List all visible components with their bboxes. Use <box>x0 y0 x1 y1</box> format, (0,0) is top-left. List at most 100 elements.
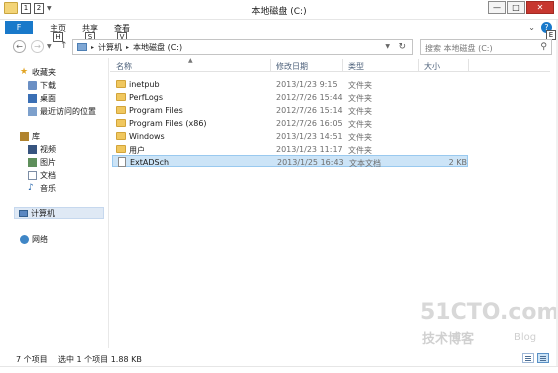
music-note-icon: ♪ <box>28 182 34 193</box>
downloads-icon <box>28 80 37 90</box>
column-header-name[interactable]: 名称 <box>116 61 132 72</box>
picture-icon <box>28 157 37 167</box>
tab-home[interactable]: 主页 H <box>50 23 66 42</box>
column-header-type[interactable]: 类型 <box>348 61 364 72</box>
file-date: 2013/1/23 14:51 <box>276 132 343 141</box>
ribbon-tabs: F 主页 H 共享 S 查看 V ⌄ ? <box>0 20 558 42</box>
nav-libraries[interactable]: 库 <box>20 130 40 142</box>
column-divider[interactable] <box>342 59 343 71</box>
breadcrumb-separator-icon[interactable]: ▸ <box>126 44 129 51</box>
file-row[interactable]: Windows 2013/1/23 14:51 文件夹 <box>112 130 468 142</box>
column-header-date[interactable]: 修改日期 <box>276 61 308 72</box>
watermark-blog: Blog <box>514 332 537 343</box>
breadcrumb-local-disk[interactable]: 本地磁盘 (C:) <box>133 42 182 53</box>
nav-music[interactable]: ♪ 音乐 <box>28 182 56 194</box>
details-view-button[interactable] <box>522 353 534 363</box>
maximize-button[interactable]: □ <box>507 1 525 14</box>
column-header-row: ▲ 名称 修改日期 类型 大小 <box>110 57 550 72</box>
file-type: 文本文档 <box>349 159 381 168</box>
large-icons-view-button[interactable] <box>537 353 549 363</box>
window-controls: — □ ✕ <box>488 1 554 14</box>
sort-ascending-icon: ▲ <box>188 57 193 64</box>
nav-desktop-label: 桌面 <box>40 93 56 103</box>
status-bar: 7 个项目 选中 1 个项目 1.88 KB <box>0 350 558 366</box>
library-icon <box>20 131 29 141</box>
file-date: 2013/1/25 16:43 <box>277 158 344 167</box>
recent-places-icon <box>28 106 37 116</box>
file-size: 2 KB <box>448 158 467 167</box>
tab-view[interactable]: 查看 V <box>114 23 130 42</box>
folder-icon <box>116 80 126 88</box>
nav-pictures-label: 图片 <box>40 157 56 167</box>
file-name: Windows <box>129 132 165 141</box>
file-date: 2013/1/23 11:17 <box>276 145 343 154</box>
breadcrumb-computer[interactable]: 计算机 <box>98 42 122 53</box>
file-type: 文件夹 <box>348 133 372 142</box>
navigation-pane: ★ 收藏夹 下载 桌面 最近访问的位置 库 视频 图片 文档 ♪ 音乐 计算机 … <box>0 58 108 348</box>
column-divider[interactable] <box>418 59 419 71</box>
nav-desktop[interactable]: 桌面 <box>28 92 56 104</box>
nav-pictures[interactable]: 图片 <box>28 156 56 168</box>
file-name: inetpub <box>129 80 160 89</box>
close-button[interactable]: ✕ <box>526 1 554 14</box>
pane-splitter[interactable] <box>108 58 109 348</box>
file-date: 2013/1/23 9:15 <box>276 80 338 89</box>
text-file-icon <box>118 157 126 167</box>
nav-network-label: 网络 <box>32 234 48 244</box>
refresh-icon[interactable]: ↻ <box>398 42 406 52</box>
network-icon <box>20 234 29 244</box>
column-divider[interactable] <box>270 59 271 71</box>
search-icon[interactable]: ⚲ <box>540 42 547 52</box>
nav-downloads[interactable]: 下载 <box>28 79 56 91</box>
watermark: 51CTO.com 技术博客 Blog <box>420 300 558 350</box>
recent-locations-icon[interactable]: ▼ <box>47 43 52 50</box>
file-type: 文件夹 <box>348 94 372 103</box>
file-row[interactable]: Program Files (x86) 2012/7/26 16:05 文件夹 <box>112 117 468 129</box>
column-header-size[interactable]: 大小 <box>424 61 440 72</box>
folder-icon <box>116 145 126 153</box>
nav-videos[interactable]: 视频 <box>28 143 56 155</box>
computer-icon <box>77 43 87 51</box>
nav-recent[interactable]: 最近访问的位置 <box>28 105 96 117</box>
file-row[interactable]: Program Files 2012/7/26 15:14 文件夹 <box>112 104 468 116</box>
file-date: 2012/7/26 15:44 <box>276 93 343 102</box>
search-placeholder: 搜索 本地磁盘 (C:) <box>425 44 493 53</box>
folder-icon <box>116 119 126 127</box>
folder-icon <box>116 132 126 140</box>
file-date: 2012/7/26 15:14 <box>276 106 343 115</box>
window-bottom-edge <box>0 366 558 373</box>
item-count: 7 个项目 <box>16 355 48 364</box>
watermark-subtitle: 技术博客 <box>422 332 475 347</box>
expand-ribbon-icon[interactable]: ⌄ <box>528 23 535 32</box>
up-button[interactable]: ↑ <box>60 41 68 51</box>
document-icon <box>28 170 37 180</box>
file-row-selected[interactable]: ExtADSch 2013/1/25 16:43 文本文档 2 KB <box>112 155 468 168</box>
window-title: 本地磁盘 (C:) <box>251 7 307 17</box>
nav-network[interactable]: 网络 <box>20 233 48 245</box>
nav-computer[interactable]: 计算机 <box>14 207 104 219</box>
nav-libraries-label: 库 <box>32 131 40 141</box>
forward-button[interactable]: → <box>31 40 44 53</box>
desktop-icon <box>28 93 37 103</box>
back-button[interactable]: ← <box>13 40 26 53</box>
nav-music-label: 音乐 <box>40 183 56 193</box>
column-divider[interactable] <box>468 59 469 71</box>
address-dropdown-icon[interactable]: ▼ <box>385 43 390 50</box>
minimize-button[interactable]: — <box>488 1 506 14</box>
tab-file[interactable]: F <box>5 21 33 34</box>
nav-documents-label: 文档 <box>40 170 56 180</box>
nav-favorites[interactable]: ★ 收藏夹 <box>20 66 56 78</box>
breadcrumb-separator-icon[interactable]: ▸ <box>91 44 94 51</box>
file-type: 文件夹 <box>348 120 372 129</box>
search-input[interactable]: 搜索 本地磁盘 (C:) ⚲ <box>420 39 552 55</box>
nav-downloads-label: 下载 <box>40 80 56 90</box>
file-row[interactable]: 用户 2013/1/23 11:17 文件夹 <box>112 143 468 155</box>
tab-share[interactable]: 共享 S <box>82 23 98 42</box>
file-name: PerfLogs <box>129 93 164 102</box>
address-bar[interactable]: ▸ 计算机 ▸ 本地磁盘 (C:) ▼ ↻ <box>72 39 413 55</box>
navigation-row: ← → ▼ ↑ ▸ 计算机 ▸ 本地磁盘 (C:) ▼ ↻ 搜索 本地磁盘 (C… <box>0 38 558 56</box>
file-row[interactable]: inetpub 2013/1/23 9:15 文件夹 <box>112 78 468 90</box>
file-row[interactable]: PerfLogs 2012/7/26 15:44 文件夹 <box>112 91 468 103</box>
file-name: Program Files <box>129 106 183 115</box>
nav-documents[interactable]: 文档 <box>28 169 56 181</box>
